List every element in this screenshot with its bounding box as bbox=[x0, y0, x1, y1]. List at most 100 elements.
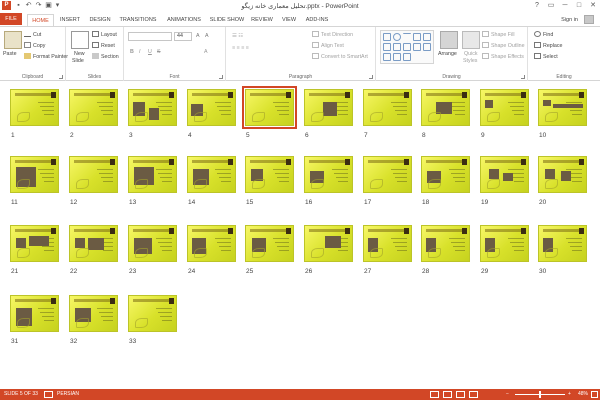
bullets-icon[interactable]: ☰ ☷ bbox=[232, 33, 243, 40]
close-button[interactable]: ✕ bbox=[586, 0, 600, 11]
slide-thumbnail-2[interactable] bbox=[69, 89, 118, 126]
slide-thumbnail-3[interactable] bbox=[128, 89, 177, 126]
customize-icon[interactable]: ▾ bbox=[53, 1, 62, 10]
section-button[interactable]: Section bbox=[92, 53, 119, 61]
arrow-shape-icon[interactable] bbox=[413, 33, 421, 41]
slide-thumbnail-25[interactable] bbox=[245, 225, 294, 262]
pentagon-shape-icon[interactable] bbox=[403, 53, 411, 61]
proofing-icon[interactable] bbox=[44, 391, 53, 398]
layout-button[interactable]: Layout bbox=[92, 31, 117, 39]
strikethrough-button[interactable]: S bbox=[157, 49, 161, 56]
slide-thumbnail-30[interactable] bbox=[538, 225, 587, 262]
cut-button[interactable]: Cut bbox=[24, 31, 41, 39]
clear-formatting-button[interactable]: A bbox=[204, 49, 208, 56]
fit-slide-icon[interactable] bbox=[591, 391, 598, 398]
language-status[interactable]: PERSIAN bbox=[57, 389, 79, 400]
slide-thumbnail-24[interactable] bbox=[187, 225, 236, 262]
slide-thumbnail-26[interactable] bbox=[304, 225, 353, 262]
shape-effects-button[interactable]: Shape Effects bbox=[482, 53, 524, 61]
grow-font-icon[interactable]: A bbox=[196, 33, 200, 40]
find-button[interactable]: Find bbox=[534, 31, 553, 39]
slide-thumbnail-32[interactable] bbox=[69, 295, 118, 332]
text-direction-button[interactable]: Text Direction bbox=[312, 31, 353, 39]
tab-insert[interactable]: INSERT bbox=[57, 14, 83, 26]
tab-home[interactable]: HOME bbox=[27, 14, 54, 26]
bold-button[interactable]: B bbox=[130, 49, 134, 56]
slide-thumbnail-1[interactable] bbox=[10, 89, 59, 126]
textbox-shape-icon[interactable] bbox=[383, 53, 391, 61]
font-launcher-icon[interactable] bbox=[219, 75, 223, 79]
slide-thumbnail-16[interactable] bbox=[304, 156, 353, 193]
copy-button[interactable]: Copy bbox=[24, 42, 45, 50]
star-shape-icon[interactable] bbox=[423, 43, 431, 51]
slide-thumbnail-11[interactable] bbox=[10, 156, 59, 193]
arrange-icon[interactable] bbox=[440, 31, 458, 49]
tab-add-ins[interactable]: ADD-INS bbox=[302, 14, 332, 26]
brace-shape-icon[interactable] bbox=[413, 43, 421, 51]
slideshow-icon[interactable]: ▣ bbox=[44, 1, 53, 10]
save-icon[interactable]: ▪ bbox=[14, 1, 23, 10]
slide-thumbnail-17[interactable] bbox=[363, 156, 412, 193]
tab-review[interactable]: REVIEW bbox=[248, 14, 276, 26]
font-size-combo[interactable]: 44 bbox=[174, 32, 192, 41]
slide-thumbnail-23[interactable] bbox=[128, 225, 177, 262]
ribbon-display-button[interactable]: ▭ bbox=[544, 0, 558, 11]
drawing-launcher-icon[interactable] bbox=[521, 75, 525, 79]
slide-count-status[interactable]: SLIDE 5 OF 33 bbox=[4, 389, 38, 400]
replace-button[interactable]: Replace bbox=[534, 42, 562, 50]
slide-sorter-view-icon[interactable] bbox=[443, 391, 452, 398]
slide-thumbnail-29[interactable] bbox=[480, 225, 529, 262]
paragraph-launcher-icon[interactable] bbox=[369, 75, 373, 79]
shapes-gallery[interactable] bbox=[380, 30, 434, 64]
slide-thumbnail-7[interactable] bbox=[363, 89, 412, 126]
convert-smartart-button[interactable]: Convert to SmartArt bbox=[312, 53, 368, 61]
quick-styles-button[interactable]: Quick bbox=[464, 51, 478, 58]
tab-file[interactable]: FILE bbox=[0, 13, 22, 25]
new-slide-button[interactable]: New bbox=[74, 51, 85, 58]
help-button[interactable]: ? bbox=[530, 0, 544, 11]
italic-button[interactable]: I bbox=[139, 49, 140, 56]
select-button[interactable]: Select bbox=[534, 53, 558, 61]
slide-thumbnail-22[interactable] bbox=[69, 225, 118, 262]
connector-shape-icon[interactable] bbox=[393, 43, 401, 51]
slide-thumbnail-13[interactable] bbox=[128, 156, 177, 193]
slide-thumbnail-18[interactable] bbox=[421, 156, 470, 193]
rectangle-shape-icon[interactable] bbox=[383, 33, 391, 41]
slide-thumbnail-19[interactable] bbox=[480, 156, 529, 193]
slide-thumbnail-31[interactable] bbox=[10, 295, 59, 332]
zoom-slider-thumb[interactable] bbox=[539, 391, 541, 398]
curve-shape-icon[interactable] bbox=[403, 43, 411, 51]
zoom-level[interactable]: 48% bbox=[578, 389, 588, 400]
undo-icon[interactable]: ↶ bbox=[24, 1, 33, 10]
new-slide-dropdown[interactable]: Slide bbox=[72, 58, 84, 65]
slide-thumbnail-10[interactable] bbox=[538, 89, 587, 126]
normal-view-icon[interactable] bbox=[430, 391, 439, 398]
slideshow-view-icon[interactable] bbox=[469, 391, 478, 398]
shape-fill-button[interactable]: Shape Fill bbox=[482, 31, 515, 39]
line-shape-icon[interactable] bbox=[403, 33, 411, 41]
tab-design[interactable]: DESIGN bbox=[86, 14, 114, 26]
paste-button[interactable]: Paste bbox=[3, 51, 17, 58]
align-text-button[interactable]: Align Text bbox=[312, 42, 344, 50]
tab-view[interactable]: VIEW bbox=[278, 14, 300, 26]
tab-transitions[interactable]: TRANSITIONS bbox=[116, 14, 160, 26]
callout-shape-icon[interactable] bbox=[393, 53, 401, 61]
shape-outline-button[interactable]: Shape Outline bbox=[482, 42, 525, 50]
powerpoint-app-icon[interactable]: P bbox=[2, 1, 11, 10]
align-icons[interactable]: ≡ ≡ ≡ ≡ bbox=[232, 45, 249, 52]
redo-icon[interactable]: ↷ bbox=[34, 1, 43, 10]
slide-thumbnail-12[interactable] bbox=[69, 156, 118, 193]
rounded-rect-shape-icon[interactable] bbox=[383, 43, 391, 51]
slide-thumbnail-21[interactable] bbox=[10, 225, 59, 262]
clipboard-launcher-icon[interactable] bbox=[59, 75, 63, 79]
shrink-font-icon[interactable]: A bbox=[205, 33, 209, 40]
paste-icon[interactable] bbox=[4, 31, 22, 49]
slide-thumbnail-14[interactable] bbox=[187, 156, 236, 193]
tab-animations[interactable]: ANIMATIONS bbox=[162, 14, 206, 26]
avatar[interactable] bbox=[584, 15, 594, 24]
tab-slide-show[interactable]: SLIDE SHOW bbox=[208, 14, 246, 26]
slide-thumbnail-20[interactable] bbox=[538, 156, 587, 193]
zoom-in-button[interactable]: + bbox=[568, 389, 571, 400]
underline-button[interactable]: U bbox=[148, 49, 152, 56]
quick-styles-icon[interactable] bbox=[462, 31, 480, 49]
